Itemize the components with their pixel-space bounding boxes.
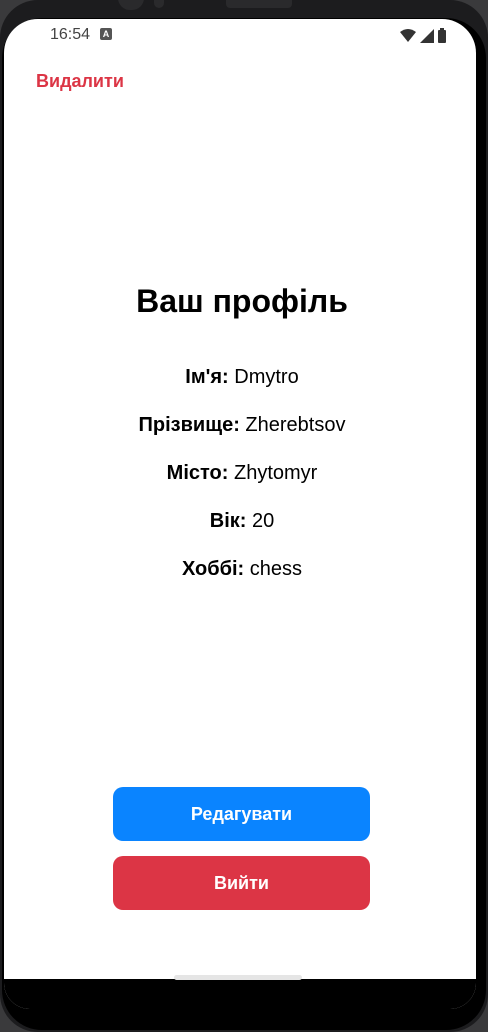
profile-field-age: Вік: 20 [4, 510, 476, 533]
notification-a-icon: A [100, 28, 112, 40]
device-frame: 16:54 A Видалити Ваш профіль Ім'я: Dmytr… [0, 0, 488, 1032]
sensor-notch [154, 0, 164, 8]
field-label: Хоббі: [181, 558, 245, 580]
profile-field-hobby: Хоббі: chess [4, 558, 476, 581]
home-indicator[interactable] [174, 975, 302, 980]
field-label: Прізвище: [138, 414, 240, 436]
field-label: Місто: [166, 462, 229, 484]
field-value: 20 [251, 510, 275, 532]
system-nav-bar [4, 979, 476, 1009]
battery-icon [438, 28, 446, 43]
field-value: Zherebtsov [245, 414, 346, 436]
signal-icon [420, 28, 434, 43]
field-label: Ім'я: [185, 366, 229, 388]
edit-profile-button[interactable]: Редагувати [113, 787, 370, 841]
speaker-notch [226, 0, 292, 8]
profile-field-city: Місто: Zhytomyr [4, 462, 476, 485]
field-value: Dmytro [234, 366, 299, 388]
field-value: chess [249, 558, 303, 580]
status-icons [400, 28, 446, 43]
field-value: Zhytomyr [233, 462, 318, 484]
page-title: Ваш профіль [136, 283, 348, 319]
profile-field-name: Ім'я: Dmytro [4, 366, 476, 389]
status-time: 16:54 [50, 26, 91, 43]
camera-notch [118, 0, 144, 10]
field-label: Вік: [209, 510, 247, 532]
wifi-icon [400, 28, 416, 42]
status-bar: 16:54 A [4, 19, 476, 55]
delete-profile-button[interactable]: Видалити [36, 71, 124, 92]
app-screen: 16:54 A Видалити Ваш профіль Ім'я: Dmytr… [4, 19, 476, 1009]
profile-field-surname: Прізвище: Zherebtsov [4, 414, 476, 437]
logout-button[interactable]: Вийти [113, 856, 370, 910]
